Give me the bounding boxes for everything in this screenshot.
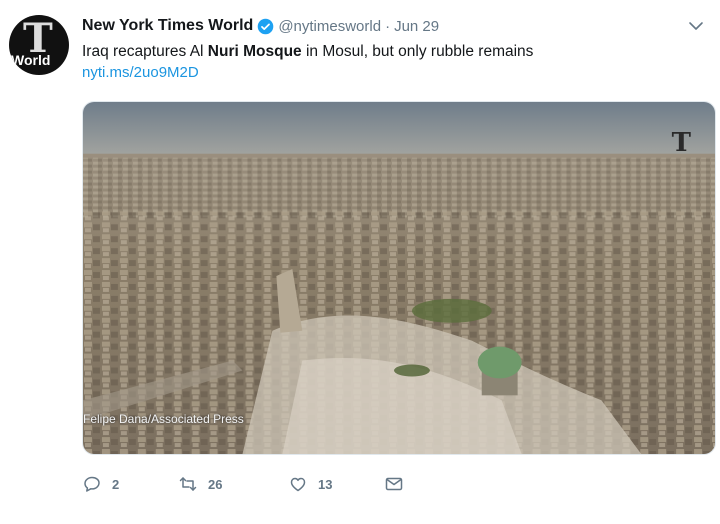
retweet-count: 26 (208, 476, 223, 492)
avatar[interactable]: T World (9, 15, 69, 75)
tweet-date[interactable]: Jun 29 (394, 18, 439, 35)
tweet-text: Iraq recaptures Al Nuri Mosque in Mosul,… (82, 41, 533, 62)
direct-message-button[interactable] (384, 474, 404, 494)
display-name[interactable]: New York Times World (82, 17, 253, 35)
mosul-aerial-photo (83, 102, 715, 454)
envelope-icon (385, 477, 403, 491)
reply-button[interactable]: 2 (82, 474, 178, 494)
retweet-button[interactable]: 26 (178, 474, 288, 494)
reply-count: 2 (112, 476, 120, 492)
photo-credit: Felipe Dana/Associated Press (83, 412, 244, 426)
avatar-word: World (11, 52, 51, 68)
reply-icon (84, 476, 100, 492)
nyt-watermark: T (671, 128, 691, 158)
like-count: 13 (318, 476, 333, 492)
tweet-text-part: Iraq recaptures Al (82, 43, 208, 60)
heart-icon (290, 477, 306, 492)
tweet-actions: 2 26 13 (82, 472, 404, 496)
retweet-icon (179, 477, 197, 491)
tweet-link[interactable]: nyti.ms/2uo9M2D (82, 64, 199, 81)
like-button[interactable]: 13 (288, 474, 384, 494)
tweet-text-bold: Nuri Mosque (207, 43, 302, 60)
verified-badge-icon (258, 18, 274, 34)
chevron-down-icon[interactable] (688, 18, 704, 34)
header-separator: · (385, 17, 391, 35)
tweet-photo[interactable]: T Felipe Dana/Associated Press (82, 101, 716, 455)
user-handle[interactable]: @nytimesworld (278, 18, 381, 35)
tweet-text-part: in Mosul, but only rubble remains (301, 43, 534, 60)
tweet-header: New York Times World @nytimesworld · Jun… (82, 15, 439, 37)
